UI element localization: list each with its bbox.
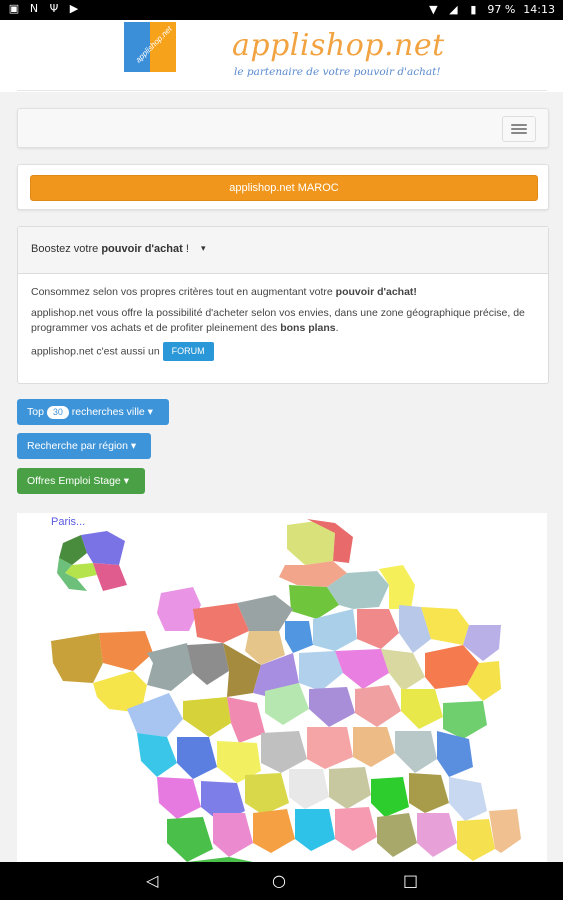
paris-inset[interactable] <box>57 531 127 591</box>
panel-header[interactable]: Boostez votre pouvoir d'achat ! ▾ <box>18 227 548 274</box>
top-count-badge: 30 <box>46 405 69 419</box>
page: applishop.net applishop.net le partenair… <box>0 20 563 862</box>
divider <box>17 90 547 91</box>
panel-paragraph-3: applishop.net c'est aussi un FORUM <box>31 342 536 361</box>
panel-body: Consommez selon vos propres critères tou… <box>31 285 536 367</box>
top-label: Top <box>27 406 44 418</box>
departments[interactable] <box>51 519 521 862</box>
maroc-card: applishop.net MAROC <box>17 164 549 210</box>
maroc-button[interactable]: applishop.net MAROC <box>30 175 538 201</box>
top-searches-button[interactable]: Top 30 recherches ville ▾ <box>17 399 169 425</box>
brand-tagline: le partenaire de votre pouvoir d'achat! <box>234 66 441 78</box>
top-suffix: recherches ville <box>71 406 145 418</box>
battery-level: 97 % <box>487 3 516 16</box>
usb-icon: Ψ <box>49 2 59 15</box>
back-icon[interactable]: ◁ <box>146 871 158 890</box>
play-icon: ▶ <box>69 2 79 15</box>
battery-icon: ▮ <box>470 2 477 16</box>
caret-down-icon: ▾ <box>147 406 153 418</box>
panel-paragraph-1: Consommez selon vos propres critères tou… <box>31 286 417 298</box>
notification-icon: ▣ <box>8 2 20 15</box>
logo-image[interactable]: applishop.net <box>124 22 176 72</box>
job-offers-button[interactable]: Offres Emploi Stage ▾ <box>17 468 145 494</box>
panel-title: Boostez votre pouvoir d'achat ! <box>31 243 189 255</box>
panel-paragraph-2: applishop.net vous offre la possibilité … <box>31 307 525 334</box>
system-navigation-bar: ◁ ○ □ <box>0 862 563 900</box>
emploi-label: Offres Emploi Stage <box>27 475 121 487</box>
caret-down-icon: ▾ <box>123 475 129 487</box>
france-map-svg[interactable] <box>17 513 547 862</box>
recents-icon[interactable]: □ <box>403 871 418 890</box>
paris-link[interactable]: Paris... <box>51 516 85 528</box>
clock: 14:13 <box>523 3 555 16</box>
caret-down-icon: ▾ <box>201 243 206 253</box>
menu-toggle-button[interactable] <box>502 116 536 142</box>
region-label: Recherche par région <box>27 440 128 452</box>
signal-icon: ◢ <box>449 2 458 16</box>
status-bar: ▣ N Ψ ▶ ▼ ◢ ▮ 97 % 14:13 <box>0 0 563 20</box>
brand-title[interactable]: applishop.net <box>232 28 445 63</box>
navbar <box>17 108 549 148</box>
header: applishop.net applishop.net le partenair… <box>0 20 563 92</box>
forum-button[interactable]: FORUM <box>162 342 214 361</box>
france-map[interactable]: Paris... <box>17 513 547 862</box>
n-icon: N <box>29 2 39 15</box>
wifi-icon: ▼ <box>429 2 438 16</box>
region-search-button[interactable]: Recherche par région ▾ <box>17 433 151 459</box>
info-panel: Boostez votre pouvoir d'achat ! ▾ Consom… <box>17 226 549 384</box>
caret-down-icon: ▾ <box>130 440 137 452</box>
home-icon[interactable]: ○ <box>272 871 286 890</box>
